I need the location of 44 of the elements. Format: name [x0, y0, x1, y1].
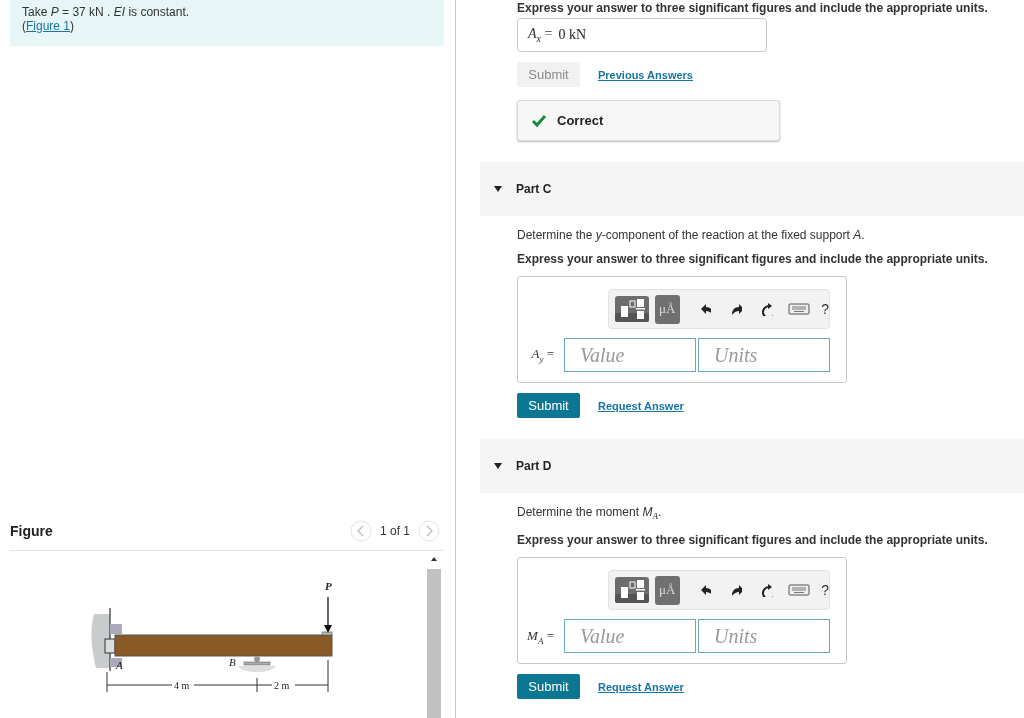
- value-field[interactable]: Value: [564, 619, 696, 654]
- answer-label: M$_{A}$ =: [527, 627, 554, 646]
- help-button[interactable]: ?: [821, 582, 830, 599]
- support-label: B: [229, 656, 236, 668]
- figure-link[interactable]: Figure 1: [26, 19, 71, 33]
- keyboard-icon[interactable]: [788, 582, 812, 599]
- checkmark-icon: [531, 113, 547, 128]
- figure-reference: (Figure 1): [22, 19, 76, 33]
- roller-support: [238, 656, 276, 672]
- caret-icon: [494, 186, 502, 192]
- submit-button[interactable]: Submit: [517, 674, 580, 700]
- previous-answers-link[interactable]: Previous Answers: [598, 68, 693, 81]
- problem-text: Take P = 37 kN . EI is constant.: [22, 5, 191, 19]
- support-label: A: [116, 659, 123, 671]
- request-answer-link[interactable]: Request Answer: [598, 399, 684, 412]
- units-button[interactable]: μÅ: [655, 294, 680, 324]
- dimension-label: 4 m: [174, 680, 190, 691]
- keyboard-icon[interactable]: [788, 301, 812, 317]
- feedback-text: Correct: [557, 113, 604, 128]
- help-button[interactable]: ?: [821, 301, 830, 317]
- instruction-text: Express your answer to three significant figures and include the appropriate units.: [517, 532, 988, 549]
- answer-value: 0 kN: [558, 27, 587, 43]
- part-header[interactable]: Part C: [480, 162, 1024, 216]
- dimension-label: 2 m: [274, 680, 290, 691]
- instruction-text: Express your answer to three significant figures and include the appropriate units.: [517, 251, 988, 267]
- units-button[interactable]: μÅ: [655, 575, 680, 605]
- value-field[interactable]: Value: [564, 338, 696, 372]
- answer-label: A$_{x}$ =: [528, 26, 553, 44]
- part-header[interactable]: Part D: [480, 439, 1024, 493]
- answer-label: A$_{y}$ =: [531, 346, 554, 364]
- page-counter: 1 of 1: [379, 524, 410, 538]
- load-label: P: [325, 580, 332, 592]
- reset-icon[interactable]: [759, 302, 774, 316]
- prompt-text: Determine the moment M$_{A}$.: [517, 504, 662, 524]
- reset-icon[interactable]: [759, 583, 774, 598]
- submit-button[interactable]: Submit: [517, 393, 580, 418]
- request-answer-link[interactable]: Request Answer: [598, 680, 684, 693]
- caret-icon: [494, 463, 502, 469]
- instruction-text: Express your answer to three significant figures and include the appropriate units.: [517, 0, 988, 16]
- figure-title: Figure: [10, 523, 53, 539]
- units-field[interactable]: Units: [698, 338, 830, 372]
- units-field[interactable]: Units: [698, 619, 830, 654]
- load-arrow: [324, 596, 332, 633]
- prompt-text: Determine the y-component of the reaction at the fixed support A.: [517, 227, 865, 243]
